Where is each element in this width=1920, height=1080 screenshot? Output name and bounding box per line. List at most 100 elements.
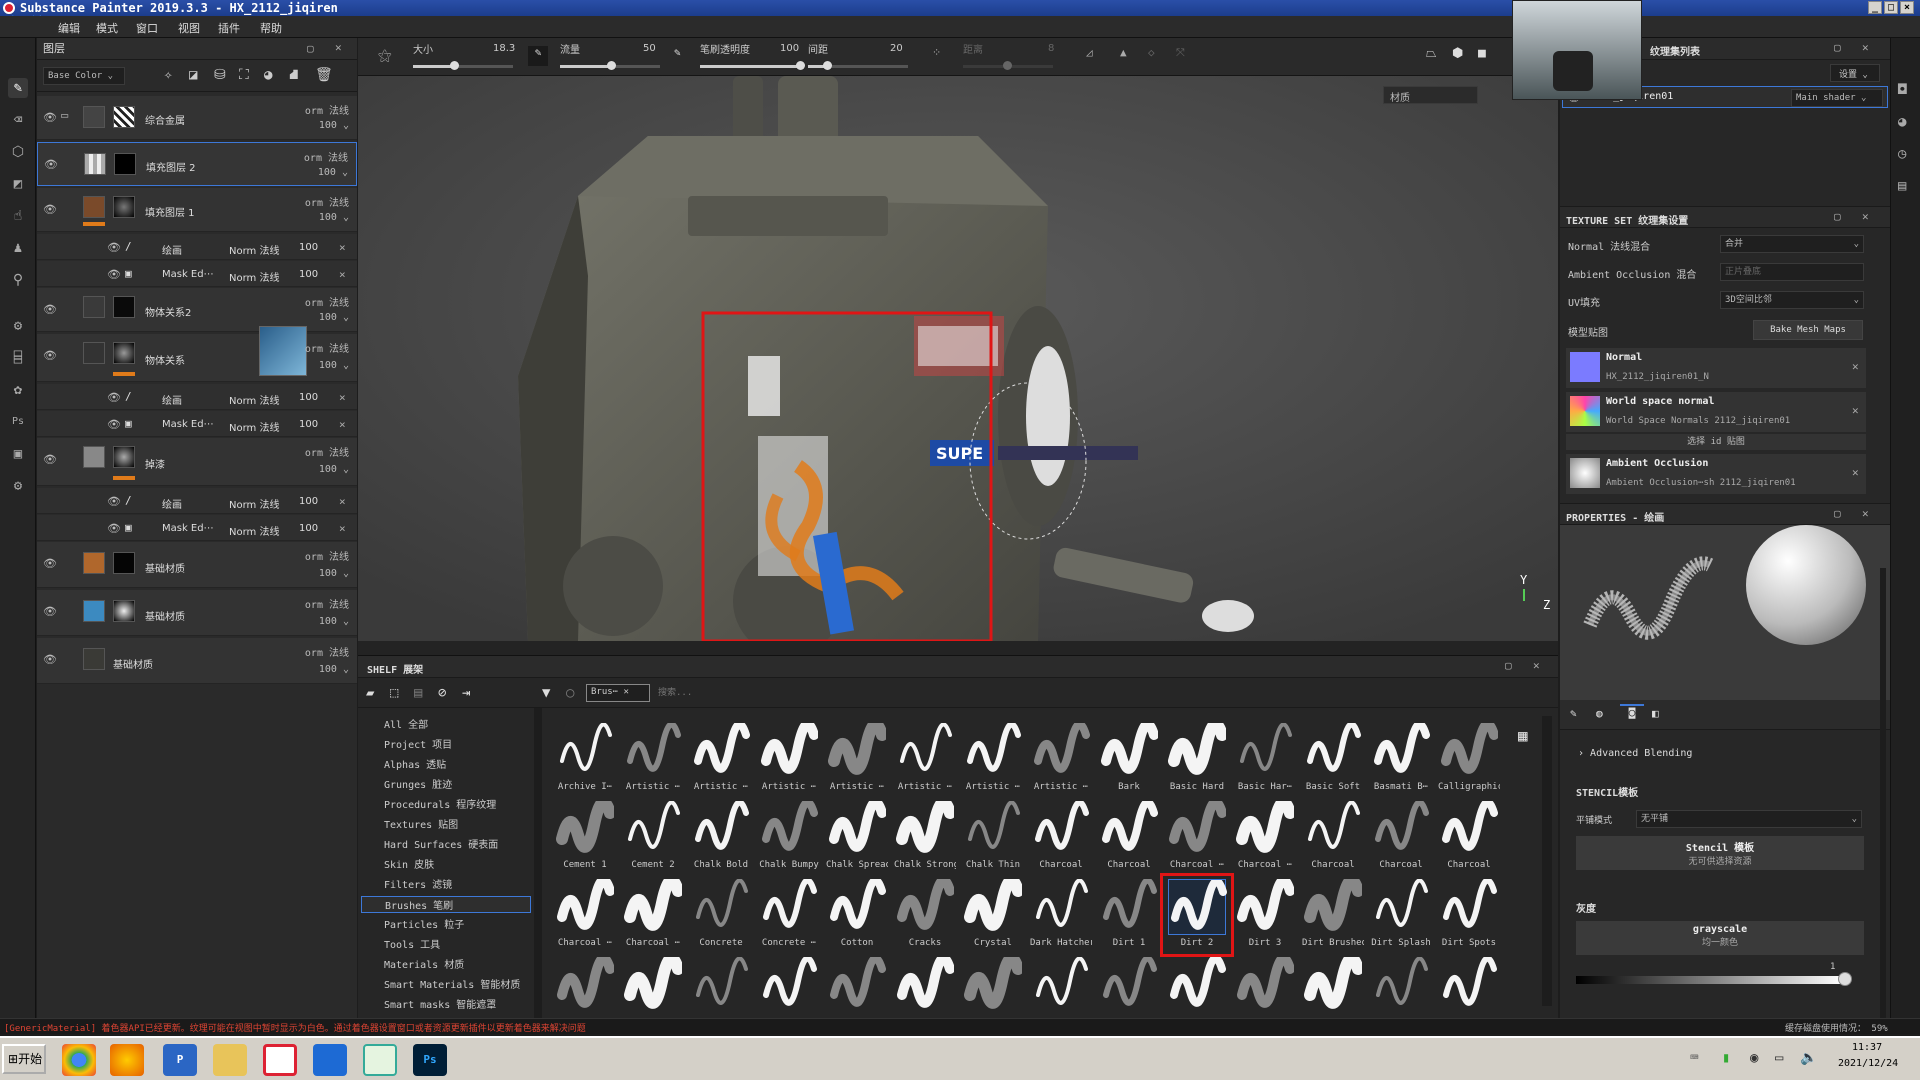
add-fill-layer-icon[interactable]: ⛁ — [214, 67, 226, 83]
refresh-icon[interactable]: ○ — [566, 685, 574, 701]
opacity-slider[interactable] — [700, 61, 805, 70]
layer-blend[interactable]: orm 法线 — [305, 194, 349, 209]
brush-item[interactable]: Charcoal ⋯ — [622, 874, 684, 951]
chrome-icon[interactable] — [62, 1044, 96, 1076]
brush-item[interactable]: Artistic ⋯ — [690, 723, 752, 795]
visibility-eye-icon[interactable]: 👁 — [43, 605, 57, 618]
add-effect-icon[interactable]: ✧ — [164, 67, 172, 83]
layer-blend[interactable]: orm 法线 — [305, 548, 349, 563]
grid-view-icon[interactable]: ▦ — [1518, 726, 1528, 745]
polygon-fill-icon[interactable]: ◩ — [8, 174, 28, 194]
layer-opacity[interactable]: 100 ⌄ — [318, 167, 348, 178]
flow-pen-icon[interactable]: ✎ — [528, 46, 548, 66]
brush-item[interactable]: Cement 2 — [622, 800, 684, 873]
plugin-icon[interactable]: ⚙ — [8, 476, 28, 496]
sublayer-blend[interactable]: Norm 法线 — [229, 269, 279, 284]
layer-row[interactable]: 👁 基础材质 orm 法线 100 ⌄ — [37, 590, 357, 636]
brush-item[interactable]: Artistic ⋯ — [758, 723, 820, 795]
layer-blend[interactable]: orm 法线 — [305, 340, 349, 355]
brush-item[interactable]: Cracks — [894, 875, 956, 951]
float-panel-icon[interactable]: ▢ — [307, 42, 314, 55]
brush-item[interactable]: Dirt Brushed — [1302, 874, 1364, 951]
photoshop-icon[interactable]: Ps — [413, 1044, 447, 1076]
notepad-icon[interactable] — [363, 1044, 397, 1076]
shelf-category-item[interactable]: Smart Materials 智能材质 — [384, 976, 520, 991]
shelf-category-item[interactable]: Alphas 透贴 — [384, 756, 446, 771]
sublayer-opacity[interactable]: 100 — [299, 242, 318, 253]
layer-blend[interactable]: orm 法线 — [305, 644, 349, 659]
layer-opacity[interactable]: 100 ⌄ — [319, 464, 349, 475]
stencil-slot[interactable]: Stencil 模板 无可供选择资源 — [1576, 836, 1864, 870]
layer-row[interactable]: 👁 ▭ 综合金属 orm 法线 100 ⌄ — [37, 96, 357, 140]
close-panel-icon[interactable]: ✕ — [1862, 41, 1869, 54]
category-scrollbar[interactable] — [534, 708, 542, 1019]
symmetry-icon[interactable]: ▲ — [1120, 46, 1127, 59]
remove-map-icon[interactable]: ✕ — [1852, 466, 1859, 479]
tray-battery-icon[interactable]: ▮ — [1722, 1050, 1730, 1066]
shelf-category-item[interactable]: Brushes 笔刷 — [361, 896, 531, 913]
lazy-mouse-icon[interactable]: ⚝ — [378, 48, 392, 64]
brush-item[interactable]: Dirt Spots — [1438, 877, 1500, 951]
visibility-eye-icon[interactable]: 👁 — [107, 495, 121, 508]
remove-icon[interactable]: × — [339, 241, 346, 254]
mask-editor-sublayer[interactable]: 👁 ▣ Mask Ed⋯ Norm 法线 100 × — [37, 515, 357, 541]
camera-view-icon[interactable]: ⏢ — [1426, 46, 1436, 61]
channel-dropdown[interactable]: Base Color ⌄ — [43, 67, 125, 85]
brush-item[interactable]: Basic Soft — [1302, 723, 1364, 795]
brush-item[interactable]: Charcoal ⋯ — [1234, 796, 1296, 873]
layer-blend[interactable]: orm 法线 — [305, 444, 349, 459]
paint-sublayer[interactable]: 👁 / 绘画 Norm 法线 100 × — [37, 234, 357, 260]
layer-blend[interactable]: orm 法线 — [305, 102, 349, 117]
brush-item[interactable]: Charcoal — [1370, 799, 1432, 873]
remove-icon[interactable]: × — [339, 495, 346, 508]
tray-network-icon[interactable]: ◉ — [1750, 1050, 1758, 1066]
shelf-category-item[interactable]: Particles 粒子 — [384, 916, 464, 931]
brush-tab-icon[interactable]: ✎ — [1570, 707, 1577, 720]
visibility-eye-icon[interactable]: 👁 — [107, 241, 121, 254]
hide-icon[interactable]: ⊘ — [438, 685, 446, 701]
mesh-map-item[interactable]: Ambient Occlusion Ambient Occlusion⋯sh 2… — [1566, 454, 1866, 494]
tiling-mode-dropdown[interactable]: 无平铺 ⌄ — [1636, 810, 1862, 828]
mask-editor-sublayer[interactable]: 👁 ▣ Mask Ed⋯ Norm 法线 100 × — [37, 411, 357, 437]
layer-row[interactable]: 👁 基础材质 orm 法线 100 ⌄ — [37, 542, 357, 588]
minimize-button[interactable]: _ — [1868, 1, 1882, 14]
layer-blend[interactable]: orm 法线 — [304, 149, 348, 164]
float-panel-icon[interactable]: ▢ — [1834, 210, 1841, 223]
new-item-icon[interactable]: ⬚ — [390, 685, 398, 701]
brush-item[interactable]: Charcoal ⋯ — [554, 875, 616, 951]
menu-edit[interactable]: 编辑 — [58, 20, 80, 36]
brush-item[interactable]: Artistic ⋯ — [622, 723, 684, 795]
layer-row[interactable]: 👁 填充图层 1 orm 法线 100 ⌄ — [37, 188, 357, 232]
brush-item[interactable]: Charcoal — [1098, 798, 1160, 873]
brush-item[interactable]: Charcoal ⋯ — [1166, 797, 1228, 873]
sublayer-blend[interactable]: Norm 法线 — [229, 242, 279, 257]
history-icon[interactable]: ◷ — [1898, 146, 1906, 162]
file-explorer-icon[interactable] — [213, 1044, 247, 1076]
flow-value[interactable]: 50 — [643, 43, 656, 54]
clock-time[interactable]: 11:37 — [1852, 1042, 1882, 1053]
messenger-icon[interactable] — [313, 1044, 347, 1076]
brush-item[interactable]: Bark — [1098, 723, 1160, 795]
shelf-category-item[interactable]: Smart masks 智能遮罩 — [384, 996, 496, 1011]
layer-opacity[interactable]: 100 ⌄ — [319, 616, 349, 627]
layer-row[interactable]: 👁 物体关系2 orm 法线 100 ⌄ — [37, 288, 357, 332]
iray-icon[interactable]: ⌸ — [8, 348, 28, 368]
sublayer-blend[interactable]: Norm 法线 — [229, 419, 279, 434]
brush-item[interactable]: Artistic ⋯ — [826, 723, 888, 795]
cube-view-icon[interactable]: ⬢ — [1452, 46, 1463, 61]
layer-row[interactable]: 👁 基础材质 orm 法线 100 ⌄ — [37, 638, 357, 684]
brush-item[interactable] — [758, 955, 820, 1019]
visibility-eye-icon[interactable]: 👁 — [107, 522, 121, 535]
brush-item[interactable]: Chalk Strong — [894, 796, 956, 873]
brush-item[interactable]: Basmati B⋯ — [1370, 723, 1432, 795]
flow-slider[interactable] — [560, 61, 660, 70]
brush-item[interactable]: Artistic ⋯ — [1030, 723, 1092, 795]
distance-value[interactable]: 8 — [1048, 43, 1054, 54]
brush-item[interactable]: Chalk Bold — [690, 799, 752, 873]
shelf-category-item[interactable]: Grunges 脏迹 — [384, 776, 452, 791]
sublayer-opacity[interactable]: 100 — [299, 269, 318, 280]
filter-icon[interactable]: ▼ — [542, 685, 550, 701]
firefox-icon[interactable] — [110, 1044, 144, 1076]
layer-opacity[interactable]: 100 ⌄ — [319, 664, 349, 675]
brush-item[interactable] — [1370, 956, 1432, 1019]
